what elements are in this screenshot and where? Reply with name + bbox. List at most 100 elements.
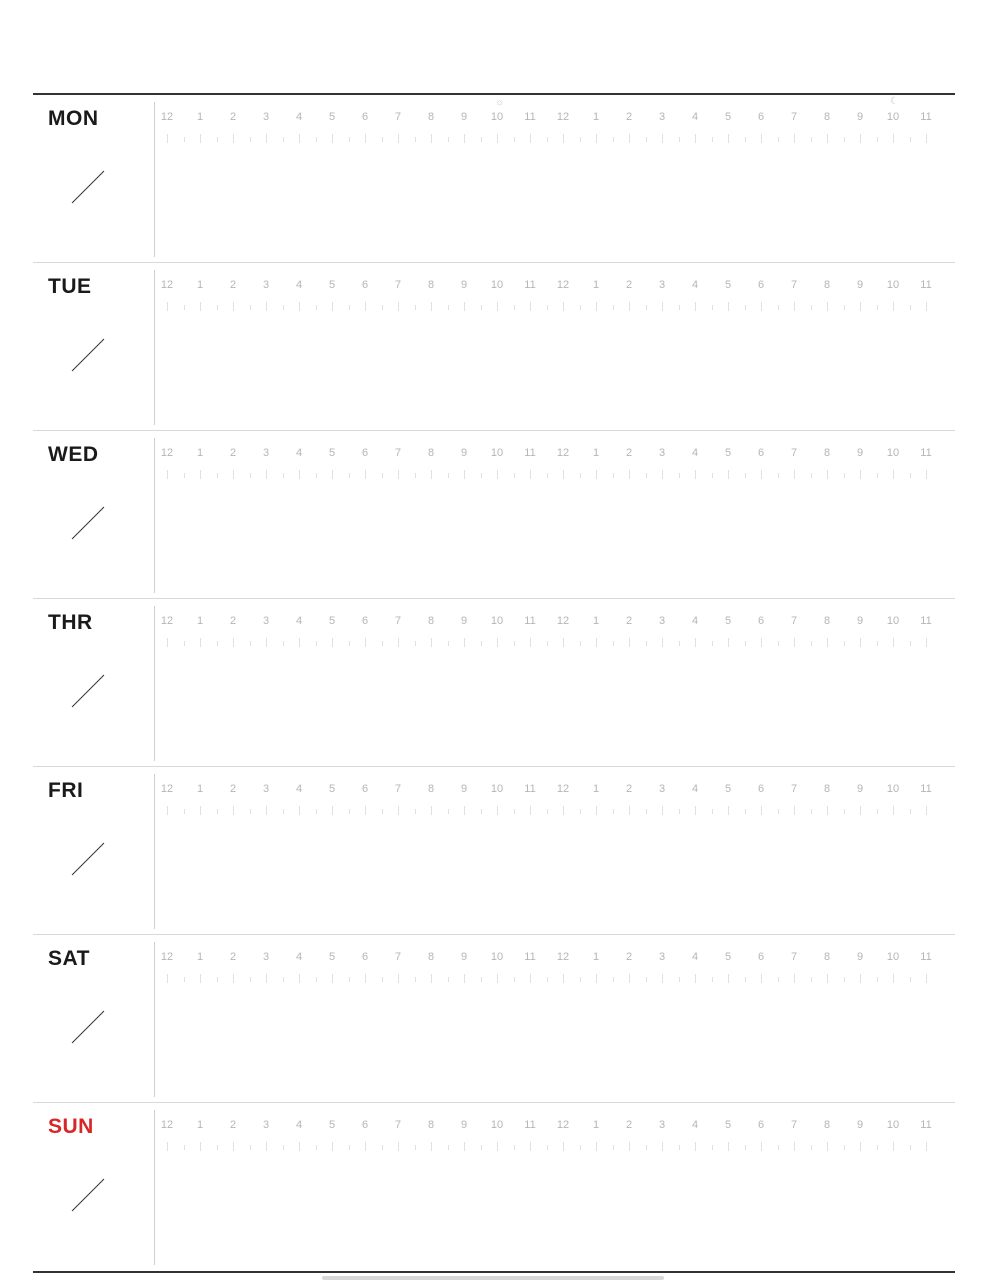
hour-label: 1 — [196, 783, 204, 795]
half-hour-tick — [546, 473, 548, 478]
half-hour-tick — [282, 473, 284, 478]
half-hour-tick — [183, 305, 185, 310]
half-hour-tick — [480, 641, 482, 646]
hour-tick — [563, 302, 564, 311]
half-hour-tick — [348, 641, 350, 646]
half-hour-tick — [282, 1145, 284, 1150]
half-hour-tick — [447, 137, 449, 142]
hour-label: 9 — [856, 1119, 864, 1131]
hour-timeline[interactable]: 12 1 2 3 4 5 6 7 8 9 10 11 12 1 2 3 4 5 6 7 8 9 10 11 ☼ ☾ — [157, 96, 947, 143]
half-hour-tick — [414, 137, 416, 142]
hour-tick — [728, 974, 729, 983]
hour-label: 5 — [328, 111, 336, 123]
hour-tick — [332, 134, 333, 143]
hour-label: 6 — [361, 279, 369, 291]
hour-timeline[interactable]: 12 1 2 3 4 5 6 7 8 9 10 11 12 1 2 3 4 5 6 7 8 9 10 11 — [157, 943, 947, 983]
hour-tick — [266, 302, 267, 311]
hour-label: 12 — [556, 279, 570, 291]
hour-label: 11 — [920, 783, 932, 795]
hour-tick — [233, 1142, 234, 1151]
half-hour-tick — [843, 1145, 845, 1150]
half-hour-tick — [876, 641, 878, 646]
half-hour-tick — [843, 305, 845, 310]
column-divider — [154, 102, 155, 257]
hour-label: 2 — [229, 279, 237, 291]
half-hour-tick — [381, 641, 383, 646]
date-slash-field[interactable] — [70, 673, 106, 709]
hour-tick — [629, 806, 630, 815]
hour-tick — [695, 302, 696, 311]
date-slash-field[interactable] — [70, 841, 106, 877]
half-hour-tick — [678, 137, 680, 142]
hour-tick — [200, 974, 201, 983]
hour-tick — [233, 470, 234, 479]
hour-label: 10 — [490, 111, 504, 123]
hour-tick — [761, 806, 762, 815]
hour-tick — [464, 134, 465, 143]
hour-tick — [563, 1142, 564, 1151]
half-hour-tick — [909, 809, 911, 814]
half-hour-tick — [480, 473, 482, 478]
hour-tick — [596, 1142, 597, 1151]
hour-tick — [827, 638, 828, 647]
hour-tick — [365, 638, 366, 647]
half-hour-tick — [513, 473, 515, 478]
hour-label: 1 — [196, 111, 204, 123]
half-hour-tick — [909, 641, 911, 646]
half-hour-tick — [480, 977, 482, 982]
half-hour-tick — [645, 641, 647, 646]
half-hour-tick — [711, 473, 713, 478]
hour-tick — [431, 470, 432, 479]
hour-label: 7 — [394, 615, 402, 627]
hour-timeline[interactable]: 12 1 2 3 4 5 6 7 8 9 10 11 12 1 2 3 4 5 6 7 8 9 10 11 — [157, 607, 947, 647]
half-hour-tick — [678, 1145, 680, 1150]
half-hour-tick — [480, 1145, 482, 1150]
hour-label: 3 — [262, 615, 270, 627]
hour-label: 7 — [790, 951, 798, 963]
date-slash-field[interactable] — [70, 1177, 106, 1213]
hour-tick — [695, 638, 696, 647]
hour-label: 8 — [823, 111, 831, 123]
hour-tick — [629, 974, 630, 983]
hour-label: 4 — [691, 615, 699, 627]
hour-label: 8 — [427, 615, 435, 627]
hour-label: 10 — [490, 447, 504, 459]
scrollbar[interactable] — [322, 1276, 664, 1280]
hour-tick — [695, 806, 696, 815]
hour-tick — [365, 1142, 366, 1151]
hour-timeline[interactable]: 12 1 2 3 4 5 6 7 8 9 10 11 12 1 2 3 4 5 6 7 8 9 10 11 — [157, 1111, 947, 1151]
hour-label: 3 — [658, 1119, 666, 1131]
moon-icon: ☾ — [890, 96, 899, 107]
hour-timeline[interactable]: 12 1 2 3 4 5 6 7 8 9 10 11 12 1 2 3 4 5 6 7 8 9 10 11 — [157, 439, 947, 479]
hour-tick — [563, 470, 564, 479]
hour-tick — [563, 806, 564, 815]
half-hour-tick — [315, 137, 317, 142]
date-slash-field[interactable] — [70, 337, 106, 373]
hour-tick — [794, 806, 795, 815]
date-slash-field[interactable] — [70, 505, 106, 541]
hour-tick — [464, 1142, 465, 1151]
hour-tick — [860, 470, 861, 479]
hour-label: 5 — [328, 951, 336, 963]
hour-label: 5 — [724, 279, 732, 291]
hour-timeline[interactable]: 12 1 2 3 4 5 6 7 8 9 10 11 12 1 2 3 4 5 6 7 8 9 10 11 — [157, 271, 947, 311]
hour-label: 12 — [160, 783, 174, 795]
half-hour-tick — [513, 809, 515, 814]
hour-label: 10 — [490, 279, 504, 291]
hour-label: 5 — [724, 783, 732, 795]
hour-tick — [860, 1142, 861, 1151]
date-slash-field[interactable] — [70, 169, 106, 205]
hour-label: 6 — [361, 783, 369, 795]
half-hour-tick — [744, 473, 746, 478]
hour-tick — [398, 638, 399, 647]
date-slash-field[interactable] — [70, 1009, 106, 1045]
hour-tick — [695, 974, 696, 983]
hour-label: 9 — [856, 615, 864, 627]
half-hour-tick — [810, 641, 812, 646]
hour-label: 10 — [490, 783, 504, 795]
hour-timeline[interactable]: 12 1 2 3 4 5 6 7 8 9 10 11 12 1 2 3 4 5 6 7 8 9 10 11 — [157, 775, 947, 815]
hour-label: 8 — [427, 111, 435, 123]
hour-label: 4 — [295, 111, 303, 123]
hour-label: 7 — [394, 783, 402, 795]
hour-label: 12 — [556, 951, 570, 963]
